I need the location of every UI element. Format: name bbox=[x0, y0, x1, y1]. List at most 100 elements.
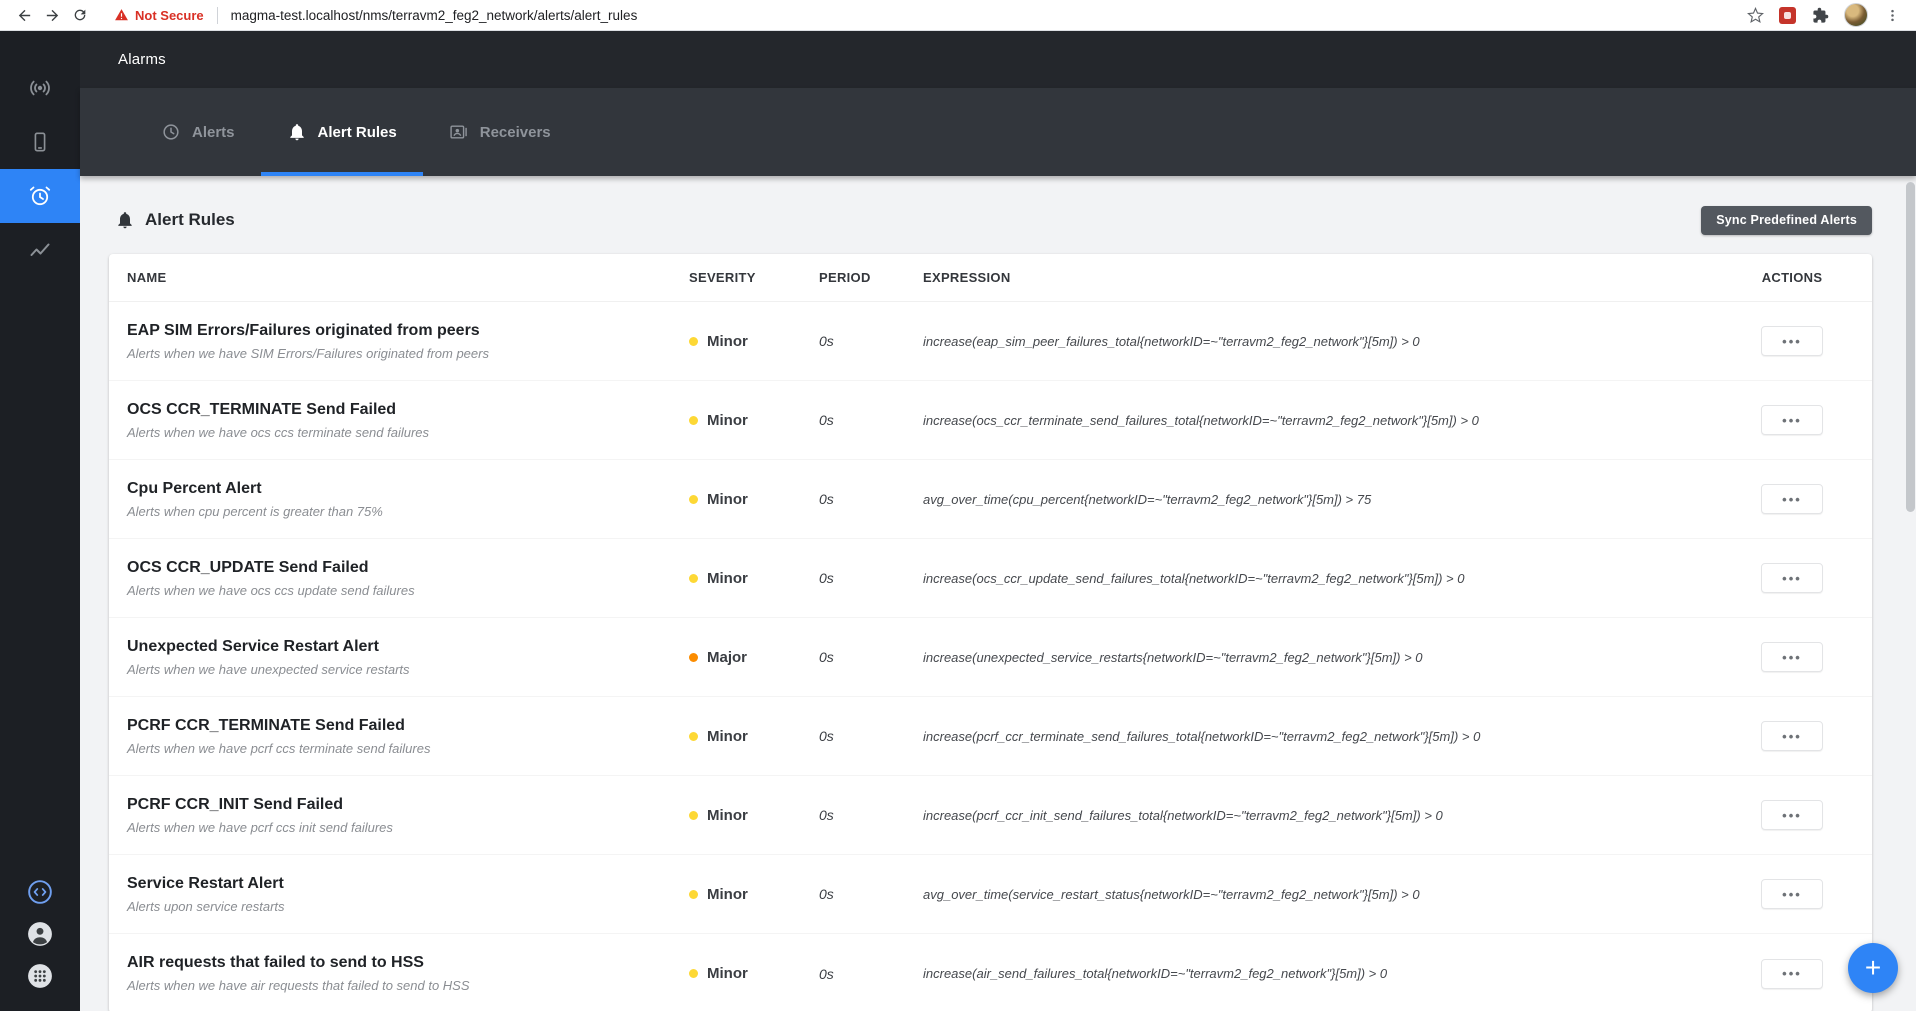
severity-label: Minor bbox=[707, 411, 748, 429]
back-arrow-icon bbox=[18, 9, 30, 21]
row-actions-button[interactable]: ••• bbox=[1761, 326, 1823, 356]
rule-expression: increase(ocs_ccr_update_send_failures_to… bbox=[923, 570, 1465, 586]
sync-predefined-alerts-button[interactable]: Sync Predefined Alerts bbox=[1701, 205, 1872, 235]
column-header-actions: ACTIONS bbox=[1761, 270, 1823, 285]
code-circle-icon bbox=[28, 880, 52, 904]
severity-label: Minor bbox=[707, 727, 748, 745]
more-horiz-icon: ••• bbox=[1782, 570, 1802, 586]
severity-dot-icon bbox=[689, 969, 698, 978]
browser-toolbar: Not Secure magma-test.localhost/nms/terr… bbox=[0, 0, 1916, 31]
severity-label: Minor bbox=[707, 965, 748, 982]
warning-icon bbox=[115, 9, 128, 21]
sidebar-item-alarms[interactable] bbox=[0, 169, 80, 223]
tab-label: Receivers bbox=[479, 123, 551, 141]
tab-receivers[interactable]: Receivers bbox=[423, 88, 577, 176]
app-header: Alarms bbox=[80, 31, 1916, 88]
sidebar-grid-button[interactable] bbox=[27, 963, 53, 989]
table-row: Unexpected Service Restart Alert Alerts … bbox=[109, 618, 1872, 697]
sidebar-item-equipment[interactable] bbox=[0, 115, 80, 169]
rule-period: 0s bbox=[819, 649, 834, 665]
sidebar-item-metrics[interactable] bbox=[0, 223, 80, 277]
severity-label: Minor bbox=[707, 332, 748, 350]
url-text[interactable]: magma-test.localhost/nms/terravm2_feg2_n… bbox=[231, 8, 638, 23]
table-header-row: NAME SEVERITY PERIOD EXPRESSION ACTIONS bbox=[109, 254, 1872, 302]
more-horiz-icon: ••• bbox=[1782, 728, 1802, 744]
rule-expression: avg_over_time(service_restart_status{net… bbox=[923, 886, 1420, 902]
rule-description: Alerts when cpu percent is greater than … bbox=[127, 503, 383, 519]
line-chart-icon bbox=[30, 243, 50, 256]
extension-icon-red[interactable] bbox=[1779, 6, 1796, 24]
browser-menu-button[interactable] bbox=[1878, 1, 1906, 29]
sidebar-account-button[interactable] bbox=[27, 921, 53, 947]
sidebar-item-network[interactable] bbox=[0, 61, 80, 115]
severity-label: Minor bbox=[707, 569, 748, 587]
apps-grid-icon bbox=[28, 964, 52, 988]
rule-name: OCS CCR_UPDATE Send Failed bbox=[127, 558, 369, 576]
reload-button[interactable] bbox=[66, 1, 94, 29]
alert-rules-bell-icon bbox=[118, 212, 132, 229]
row-actions-button[interactable]: ••• bbox=[1761, 405, 1823, 435]
row-actions-button[interactable]: ••• bbox=[1761, 484, 1823, 514]
tab-alerts[interactable]: Alerts bbox=[135, 88, 261, 176]
back-button[interactable] bbox=[10, 1, 38, 29]
rule-expression: avg_over_time(cpu_percent{networkID=~"te… bbox=[923, 491, 1372, 507]
severity-label: Minor bbox=[707, 885, 748, 903]
sidebar-version-button[interactable] bbox=[27, 879, 53, 905]
bell-icon bbox=[289, 124, 304, 141]
tab-label: Alerts bbox=[192, 123, 235, 141]
rule-period: 0s bbox=[819, 333, 834, 349]
rule-name: Cpu Percent Alert bbox=[127, 479, 262, 497]
rule-description: Alerts when we have ocs ccs terminate se… bbox=[127, 424, 430, 440]
severity-dot-icon bbox=[689, 573, 698, 583]
clock-icon bbox=[163, 124, 179, 140]
smartphone-icon bbox=[34, 132, 46, 152]
table-row: AIR requests that failed to send to HSS … bbox=[109, 934, 1872, 1011]
rule-name: PCRF CCR_INIT Send Failed bbox=[127, 795, 344, 813]
row-actions-button[interactable]: ••• bbox=[1761, 879, 1823, 909]
extensions-button[interactable] bbox=[1806, 1, 1834, 29]
contacts-icon bbox=[450, 125, 467, 139]
row-actions-button[interactable]: ••• bbox=[1761, 563, 1823, 593]
rule-description: Alerts when we have unexpected service r… bbox=[127, 661, 410, 677]
app-sidebar bbox=[0, 31, 80, 1011]
more-horiz-icon: ••• bbox=[1782, 807, 1802, 823]
table-row: Cpu Percent Alert Alerts when cpu percen… bbox=[109, 460, 1872, 539]
row-actions-button[interactable]: ••• bbox=[1761, 642, 1823, 672]
more-horiz-icon: ••• bbox=[1782, 333, 1802, 349]
rule-description: Alerts when we have air requests that fa… bbox=[127, 978, 470, 993]
kebab-menu-icon bbox=[1890, 9, 1894, 21]
rule-name: AIR requests that failed to send to HSS bbox=[127, 954, 424, 971]
column-header-severity: SEVERITY bbox=[689, 270, 756, 285]
tab-alert-rules[interactable]: Alert Rules bbox=[260, 88, 423, 176]
rule-period: 0s bbox=[819, 807, 834, 823]
rule-period: 0s bbox=[819, 886, 834, 902]
scrollbar-thumb[interactable] bbox=[1906, 182, 1915, 512]
more-horiz-icon: ••• bbox=[1782, 649, 1802, 665]
puzzle-icon bbox=[1812, 7, 1828, 23]
rule-period: 0s bbox=[819, 570, 834, 586]
column-header-period: PERIOD bbox=[819, 270, 871, 285]
page-header-title: Alarms bbox=[118, 51, 166, 68]
table-row: OCS CCR_TERMINATE Send Failed Alerts whe… bbox=[109, 381, 1872, 460]
more-horiz-icon: ••• bbox=[1782, 886, 1802, 902]
rule-expression: increase(unexpected_service_restarts{net… bbox=[923, 649, 1423, 665]
add-alert-rule-fab[interactable]: + bbox=[1848, 943, 1898, 993]
severity-dot-icon bbox=[689, 889, 698, 899]
forward-arrow-icon bbox=[46, 9, 58, 21]
page-title: Alert Rules bbox=[145, 210, 235, 229]
rule-name: PCRF CCR_TERMINATE Send Failed bbox=[127, 716, 405, 734]
column-header-expression: EXPRESSION bbox=[923, 270, 1011, 285]
forward-button[interactable] bbox=[38, 1, 66, 29]
severity-dot-icon bbox=[689, 415, 698, 425]
severity-label: Minor bbox=[707, 490, 748, 508]
bookmark-button[interactable] bbox=[1741, 1, 1769, 29]
more-horiz-icon: ••• bbox=[1782, 966, 1802, 981]
table-row: EAP SIM Errors/Failures originated from … bbox=[109, 302, 1872, 381]
row-actions-button[interactable]: ••• bbox=[1761, 721, 1823, 751]
row-actions-button[interactable]: ••• bbox=[1761, 958, 1823, 989]
profile-avatar[interactable] bbox=[1844, 3, 1868, 27]
row-actions-button[interactable]: ••• bbox=[1761, 800, 1823, 830]
security-indicator[interactable]: Not Secure bbox=[114, 8, 204, 23]
table-row: OCS CCR_UPDATE Send Failed Alerts when w… bbox=[109, 539, 1872, 618]
star-icon bbox=[1746, 6, 1764, 23]
